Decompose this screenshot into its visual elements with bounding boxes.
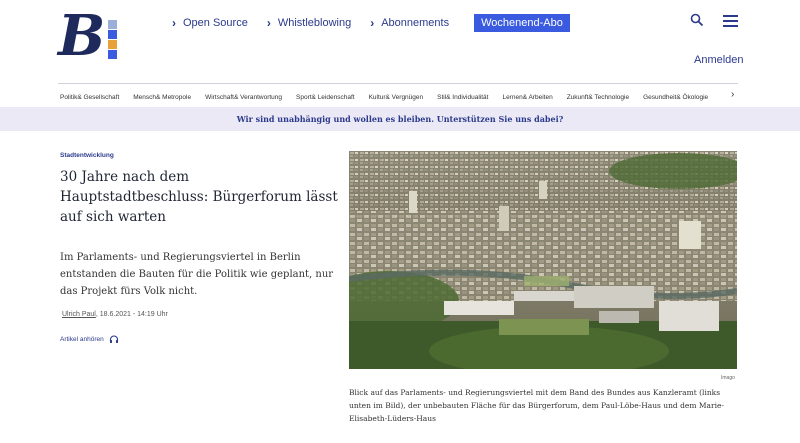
hamburger-menu-icon[interactable] — [723, 15, 738, 27]
chevron-right-icon[interactable]: › — [731, 89, 734, 100]
category-wirtschaft[interactable]: Wirtschaft& Verantwortung — [205, 94, 282, 101]
logo-bar-lightblue — [108, 50, 117, 59]
category-politik[interactable]: Politik& Gesellschaft — [60, 94, 119, 101]
login-link[interactable]: Anmelden — [694, 54, 744, 66]
article-headline: 30 Jahre nach dem Hauptstadtbeschluss: B… — [60, 169, 338, 225]
nav-abonnements[interactable]: › Abonnements — [370, 16, 449, 30]
top-nav: › Open Source › Whistleblowing › Abonnem… — [172, 14, 570, 32]
nav-label: Open Source — [183, 17, 248, 29]
logo-bar-light — [108, 20, 117, 29]
logo-bar-blue — [108, 30, 117, 39]
logo-letter: B — [58, 3, 106, 69]
nav-label: Whistleblowing — [277, 17, 352, 29]
support-banner-link[interactable]: Wir sind unabhängig und wollen es bleibe… — [237, 114, 564, 124]
category-sport[interactable]: Sport& Leidenschaft — [296, 94, 355, 101]
site-header: B › Open Source › Whistleblowing › Abonn… — [0, 0, 800, 84]
chevron-right-icon: › — [172, 16, 176, 30]
chevron-right-icon: › — [370, 16, 375, 30]
category-stil[interactable]: Stil& Individualität — [437, 94, 488, 101]
header-divider — [58, 83, 738, 84]
nav-label: Abonnements — [381, 17, 450, 29]
article-teaser: Im Parlaments- und Regierungsviertel in … — [60, 252, 334, 297]
nav-whistleblowing[interactable]: › Whistleblowing — [267, 16, 351, 30]
author-link[interactable]: Ulrich Paul — [62, 311, 96, 318]
search-icon[interactable] — [690, 13, 704, 27]
category-kultur[interactable]: Kultur& Vergnügen — [369, 94, 424, 101]
logo-bar-orange — [108, 40, 117, 49]
publish-date: , 18.6.2021 - 14:19 Uhr — [95, 311, 168, 318]
wochenend-abo-button[interactable]: Wochenend-Abo — [474, 14, 570, 32]
category-bar: Politik& Gesellschaft Mensch& Metropole … — [60, 91, 722, 103]
article-byline: Ulrich Paul, 18.6.2021 - 14:19 Uhr — [62, 311, 168, 318]
listen-article-button[interactable]: Artikel anhören — [60, 334, 119, 344]
category-lernen[interactable]: Lernen& Arbeiten — [502, 94, 552, 101]
category-mensch[interactable]: Mensch& Metropole — [133, 94, 191, 101]
listen-label: Artikel anhören — [60, 335, 104, 343]
category-gesundheit[interactable]: Gesundheit& Ökologie — [643, 94, 708, 101]
support-banner: Wir sind unabhängig und wollen es bleibe… — [0, 107, 800, 131]
headphones-icon — [109, 335, 118, 343]
image-credit: Imago — [721, 375, 735, 381]
site-logo[interactable]: B — [58, 8, 122, 70]
chevron-right-icon: › — [266, 16, 271, 30]
category-zukunft[interactable]: Zukunft& Technologie — [567, 94, 629, 101]
article-kicker[interactable]: Stadtentwicklung — [60, 152, 114, 159]
article-image[interactable] — [349, 151, 737, 369]
image-caption: Blick auf das Parlaments- und Regierungs… — [349, 388, 724, 423]
nav-open-source[interactable]: › Open Source — [172, 16, 248, 30]
